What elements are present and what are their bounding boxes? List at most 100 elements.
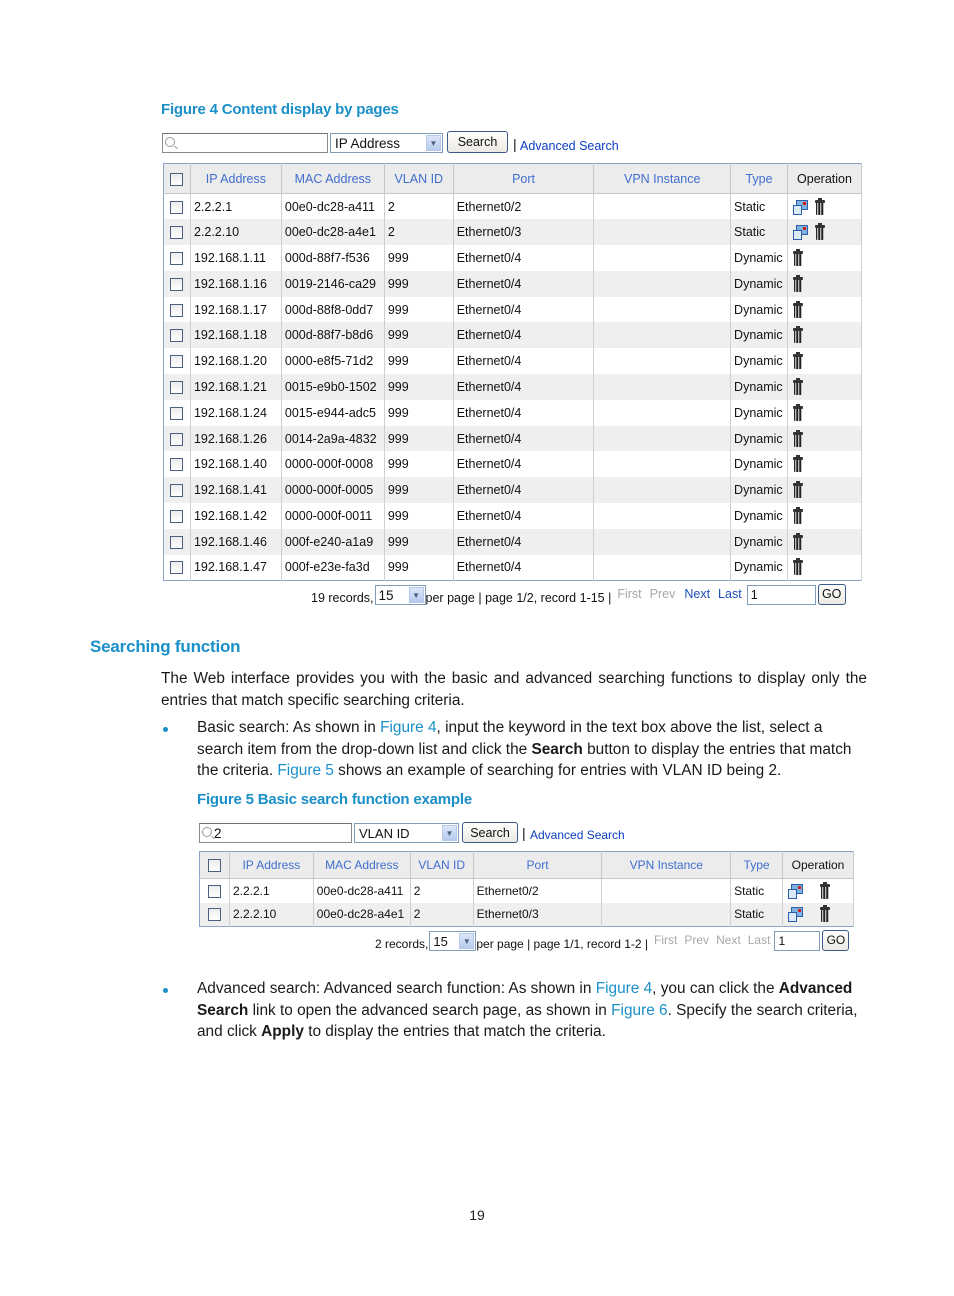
advanced-search-link[interactable]: Advanced Search — [530, 828, 625, 842]
figure-5-link[interactable]: Figure 5 — [277, 762, 333, 779]
pager-next-link[interactable]: Next — [716, 933, 741, 947]
row-checkbox[interactable] — [170, 277, 184, 291]
column-header-ip-address[interactable]: IP Address — [190, 163, 282, 194]
search-button[interactable]: Search — [447, 131, 508, 153]
row-checkbox[interactable] — [170, 535, 184, 549]
per-page-select[interactable]: 15 ▼ — [429, 931, 477, 951]
delete-icon[interactable] — [820, 905, 831, 923]
chevron-down-icon[interactable]: ▼ — [459, 933, 475, 949]
row-checkbox[interactable] — [170, 458, 184, 472]
delete-icon[interactable] — [793, 481, 804, 499]
figure-4-link[interactable]: Figure 4 — [596, 980, 652, 997]
edit-icon[interactable] — [788, 906, 804, 923]
chevron-down-icon[interactable]: ▼ — [408, 587, 424, 603]
bold-text: Apply — [261, 1023, 304, 1040]
page-number-input[interactable]: 1 — [746, 585, 816, 605]
delete-icon[interactable] — [793, 274, 804, 292]
port-cell: Ethernet0/2 — [453, 193, 595, 220]
row-checkbox[interactable] — [170, 303, 184, 317]
delete-icon[interactable] — [793, 532, 804, 550]
column-header-type[interactable]: Type — [730, 851, 784, 879]
delete-icon[interactable] — [793, 326, 804, 344]
delete-icon[interactable] — [815, 223, 826, 241]
column-header-vlan-id[interactable]: VLAN ID — [410, 851, 474, 879]
pager-first-link[interactable]: First — [617, 587, 641, 601]
vpn-cell — [593, 322, 732, 349]
delete-icon[interactable] — [793, 248, 804, 266]
mac-cell: 000f-e23e-fa3d — [281, 554, 385, 581]
go-button[interactable]: GO — [822, 929, 850, 951]
delete-icon[interactable] — [793, 352, 804, 370]
go-button[interactable]: GO — [817, 583, 846, 605]
edit-icon[interactable] — [793, 199, 809, 215]
row-checkbox[interactable] — [170, 329, 184, 343]
search-field-select[interactable]: IP Address ▼ — [330, 133, 443, 153]
row-checkbox[interactable] — [170, 406, 184, 420]
column-header-ip-address[interactable]: IP Address — [229, 851, 314, 879]
row-checkbox[interactable] — [170, 226, 184, 240]
page-number-input[interactable]: 1 — [774, 931, 821, 951]
delete-icon[interactable] — [793, 455, 804, 473]
delete-icon[interactable] — [793, 558, 804, 576]
pager-prev-link[interactable]: Prev — [684, 933, 709, 947]
search-field-select[interactable]: VLAN ID ▼ — [354, 823, 459, 843]
edit-icon[interactable] — [793, 224, 809, 241]
mac-cell: 000d-88f7-f536 — [281, 245, 385, 271]
delete-icon[interactable] — [793, 300, 804, 318]
row-select-cell — [163, 528, 191, 555]
delete-icon[interactable] — [793, 377, 804, 395]
advanced-search-link[interactable]: Advanced Search — [520, 139, 619, 153]
vpn-cell — [593, 503, 732, 529]
table-row: 192.168.1.18 000d-88f7-b8d6 999 Ethernet0/4… — [163, 322, 862, 349]
row-checkbox[interactable] — [170, 432, 184, 446]
edit-icon[interactable] — [788, 883, 804, 899]
search-input[interactable] — [162, 133, 328, 153]
operation-icons — [791, 197, 861, 215]
row-checkbox[interactable] — [170, 510, 184, 524]
figure-6-link[interactable]: Figure 6 — [611, 1002, 667, 1019]
delete-icon[interactable] — [793, 506, 804, 524]
vpn-cell — [593, 245, 732, 271]
row-checkbox[interactable] — [170, 200, 184, 214]
row-checkbox[interactable] — [207, 908, 221, 922]
pager-first-link[interactable]: First — [654, 933, 677, 947]
row-checkbox[interactable] — [170, 355, 184, 369]
column-header-vlan-id[interactable]: VLAN ID — [384, 163, 454, 194]
delete-icon[interactable] — [820, 881, 831, 899]
search-input-value: 2 — [214, 825, 222, 841]
pager-next-link[interactable]: Next — [684, 587, 710, 601]
operation-icons — [786, 881, 853, 899]
table-row: 192.168.1.40 0000-000f-0008 999 Ethernet0/4… — [163, 451, 862, 478]
vlan-cell: 999 — [384, 270, 454, 297]
row-checkbox[interactable] — [207, 884, 221, 898]
mac-cell: 0014-2a9a-4832 — [281, 425, 385, 452]
delete-icon[interactable] — [793, 429, 804, 447]
column-header-mac-address[interactable]: MAC Address — [281, 163, 385, 194]
figure-4-link[interactable]: Figure 4 — [380, 719, 436, 736]
column-header-port[interactable]: Port — [453, 163, 595, 194]
chevron-down-icon[interactable]: ▼ — [442, 825, 457, 841]
column-header-vpn-instance[interactable]: VPN Instance — [593, 163, 732, 194]
pager-last-link[interactable]: Last — [718, 587, 742, 601]
column-header-vpn-instance[interactable]: VPN Instance — [601, 851, 732, 879]
select-all-checkbox[interactable] — [207, 859, 221, 873]
pager-prev-link[interactable]: Prev — [650, 587, 676, 601]
row-checkbox[interactable] — [170, 252, 184, 266]
delete-icon[interactable] — [793, 403, 804, 421]
figure-4-pagination: 19 records, 15 ▼ per page | page 1/2, re… — [311, 583, 846, 605]
row-checkbox[interactable] — [170, 381, 184, 395]
chevron-down-icon[interactable]: ▼ — [426, 135, 441, 151]
search-input[interactable]: 2 — [199, 823, 352, 843]
row-checkbox[interactable] — [170, 484, 184, 498]
row-checkbox[interactable] — [170, 561, 184, 575]
table-row: 192.168.1.17 000d-88f8-0dd7 999 Ethernet0/4… — [163, 296, 862, 323]
column-header-port[interactable]: Port — [473, 851, 603, 879]
select-all-checkbox[interactable] — [170, 172, 184, 186]
operation-icons — [791, 481, 861, 499]
per-page-select[interactable]: 15 ▼ — [374, 585, 426, 605]
column-header-type[interactable]: Type — [730, 163, 789, 194]
column-header-mac-address[interactable]: MAC Address — [313, 851, 411, 879]
delete-icon[interactable] — [815, 197, 826, 215]
pager-last-link[interactable]: Last — [748, 933, 771, 947]
search-button[interactable]: Search — [462, 822, 518, 843]
